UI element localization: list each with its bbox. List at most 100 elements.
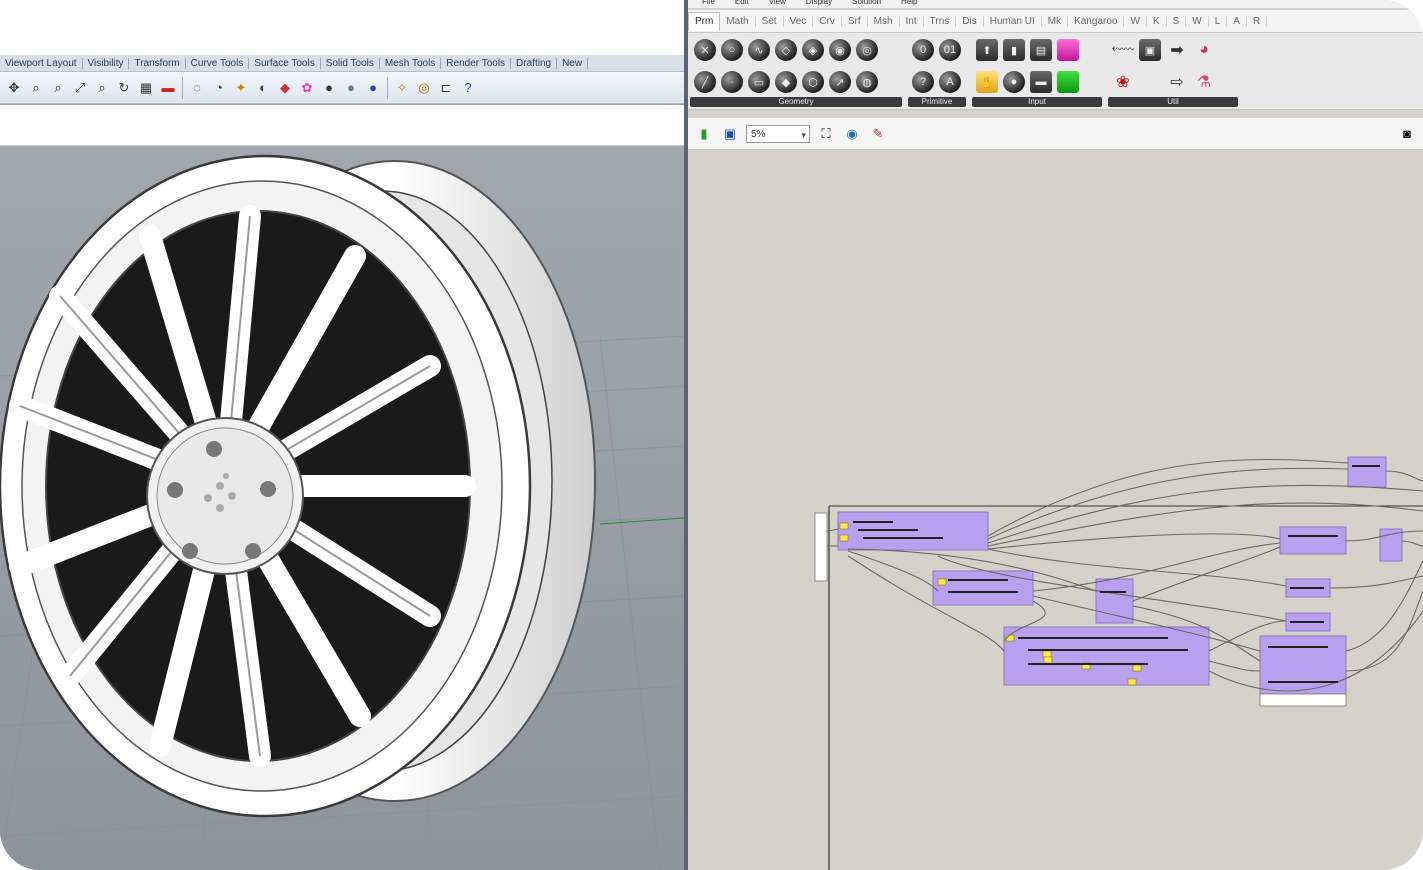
perspective-viewport[interactable] [0,146,684,870]
tab-r[interactable]: R [1247,15,1268,27]
button-icon[interactable]: ● [1003,71,1025,93]
light-icon[interactable]: ✦ [231,78,251,98]
boolean-param-icon[interactable]: ? [912,71,934,93]
tab-surface-tools[interactable]: Surface Tools [249,57,321,69]
tab-crv[interactable]: Crv [813,15,842,27]
group-param-icon[interactable]: ◉ [829,39,851,61]
curve-param-icon[interactable]: ∿ [748,39,770,61]
tab-l[interactable]: L [1209,15,1228,27]
tab-human-ui[interactable]: Human UI [984,15,1042,27]
tab-transform[interactable]: Transform [129,57,186,69]
gh-definition-canvas[interactable] [688,151,1423,870]
tab-new[interactable]: New [557,57,589,69]
properties-icon[interactable]: ◐ [253,78,273,98]
tab-mk[interactable]: Mk [1042,15,1069,27]
tab-w[interactable]: W [1124,15,1147,27]
rendered-sphere-icon[interactable]: ● [341,78,361,98]
relay-arrow-icon[interactable]: ➡ [1166,39,1188,61]
tab-srf[interactable]: Srf [842,15,868,27]
tab-a[interactable]: A [1227,15,1247,27]
text-param-icon[interactable]: A [939,71,961,93]
tab-w2[interactable]: W [1186,15,1209,27]
menu-display[interactable]: Display [806,0,832,8]
help-icon[interactable]: ? [458,78,478,98]
filter-icon[interactable]: ● [363,78,383,98]
value-list-icon[interactable]: ▤ [1030,39,1052,61]
show-icon[interactable]: ◌ [187,78,207,98]
mesh-param-icon[interactable]: ◇ [775,39,797,61]
save-icon[interactable]: ▣ [720,124,740,144]
menu-help[interactable]: Help [901,0,917,8]
gumball-icon[interactable]: ⊏ [436,78,456,98]
tab-viewport-layout[interactable]: Viewport Layout [0,57,83,69]
flask-icon[interactable]: ⚗ [1193,71,1215,93]
tab-prm[interactable]: Prm [688,11,721,31]
color-wheel-icon[interactable]: ◆ [275,78,295,98]
tab-dis[interactable]: Dis [956,15,984,27]
tab-math[interactable]: Math [720,15,756,27]
tab-kangaroo[interactable]: Kangaroo [1068,15,1125,27]
tab-render-tools[interactable]: Render Tools [441,57,512,69]
zoom-window-icon[interactable]: ⌕ [48,78,68,98]
cherry-icon[interactable]: ❀ [1112,71,1134,93]
rhino-command-area[interactable] [0,105,684,146]
zoom-selected-icon[interactable]: ⌕ [92,78,112,98]
geometry-param-icon[interactable]: ◈ [802,39,824,61]
zoom-dropdown[interactable]: 5% [746,124,810,144]
preview-eye-icon[interactable]: ◉ [842,124,862,144]
tab-visibility[interactable]: Visibility [83,57,130,69]
slider-icon[interactable]: ▮ [1003,39,1025,61]
rotate-view-icon[interactable]: ↻ [114,78,134,98]
tab-k[interactable]: K [1147,15,1167,27]
box-param-icon[interactable]: ✕ [694,39,716,61]
lock-icon[interactable]: ◔ [209,78,229,98]
menu-file[interactable]: File [702,0,715,8]
pan-icon[interactable]: ✥ [4,78,24,98]
menu-solution[interactable]: Solution [852,0,881,8]
tab-msh[interactable]: Msh [868,15,900,27]
panel-icon[interactable]: ⬆ [976,39,998,61]
tab-trns[interactable]: Trns [924,15,957,27]
open-file-icon[interactable]: ▮ [694,124,714,144]
zoom-extents-icon[interactable]: ⤢ [70,78,90,98]
tab-set[interactable]: Set [756,15,784,27]
osnap-icon[interactable]: ◎ [414,78,434,98]
tab-int[interactable]: Int [900,15,924,27]
vector-param-icon[interactable]: ↗ [829,71,851,93]
number-param-icon[interactable]: 0 [912,39,934,61]
colour-swatch-icon[interactable] [1057,71,1079,93]
brep-param-icon[interactable]: ◍ [856,71,878,93]
menu-view[interactable]: View [769,0,786,8]
grid-icon[interactable]: ▦ [136,78,156,98]
zoom-icon[interactable]: ⌕ [26,78,46,98]
tab-drafting[interactable]: Drafting [511,57,558,69]
surface-param-icon[interactable]: ◆ [775,71,797,93]
tab-solid-tools[interactable]: Solid Tools [321,57,380,69]
shade-icon[interactable]: ✿ [297,78,317,98]
plane-param-icon[interactable]: ╱ [694,71,716,93]
fit-icon[interactable]: ⬳ [1112,39,1135,61]
data-recorder-icon[interactable]: ▣ [1139,39,1161,61]
rectangle-param-icon[interactable]: ▭ [748,71,770,93]
point-param-icon[interactable]: ∙ [721,71,743,93]
menu-edit[interactable]: Edit [735,0,749,8]
twisted-box-param-icon[interactable]: ⬡ [802,71,824,93]
integer-param-icon[interactable]: 01 [939,39,961,61]
md-slider-icon[interactable]: ▬ [1030,71,1052,93]
zoom-extents-icon[interactable]: ⛶ [816,124,836,144]
render-icon[interactable]: ● [319,78,339,98]
gradient-icon[interactable] [1057,39,1079,61]
tab-vec[interactable]: Vec [784,15,814,27]
tab-mesh-tools[interactable]: Mesh Tools [380,57,442,69]
palette-icon[interactable]: ◕ [1193,39,1215,61]
line-param-icon[interactable]: ◎ [856,39,878,61]
settings-icon[interactable]: ◙ [1397,124,1417,144]
outline-arrow-icon[interactable]: ⇨ [1166,71,1188,93]
tab-s[interactable]: S [1167,15,1187,27]
snap-icon[interactable]: ✧ [392,78,412,98]
tab-curve-tools[interactable]: Curve Tools [186,57,250,69]
toggle-icon[interactable]: ✋ [976,71,998,93]
circle-param-icon[interactable]: ○ [721,39,743,61]
paint-icon[interactable]: ✎ [868,124,888,144]
hide-icon[interactable]: ▬ [158,78,178,98]
